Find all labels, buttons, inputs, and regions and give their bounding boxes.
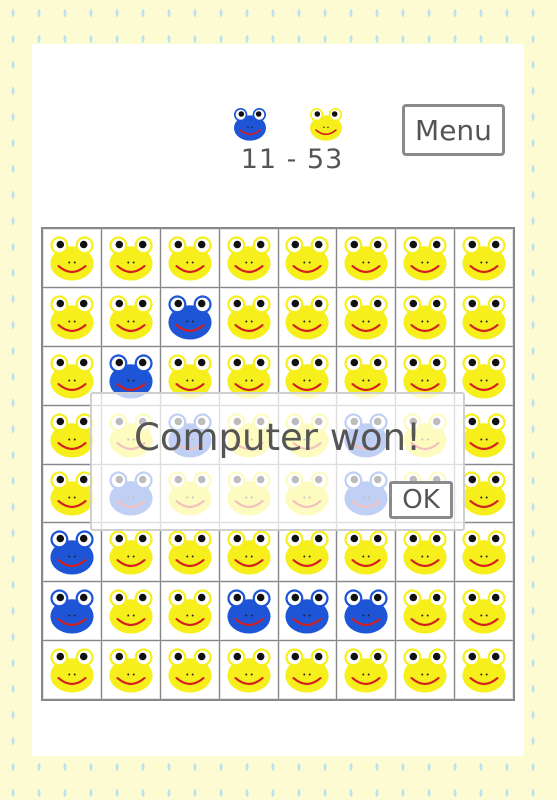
board-cell[interactable] [337, 641, 396, 699]
board-cell[interactable] [337, 523, 396, 582]
yellow-frog-icon [339, 290, 393, 344]
blue-frog-icon [163, 290, 217, 344]
board-cell[interactable] [219, 523, 278, 582]
yellow-frog-icon [45, 290, 99, 344]
board-cell[interactable] [337, 229, 396, 287]
yellow-frog-icon [222, 290, 276, 344]
board-cell[interactable] [278, 582, 337, 641]
board-cell[interactable] [455, 287, 513, 346]
blue-frog-icon [280, 584, 334, 638]
yellow-frog-icon [398, 643, 452, 697]
board-cell[interactable] [101, 287, 160, 346]
blue-frog-icon [45, 584, 99, 638]
result-message: Computer won! [134, 416, 421, 459]
yellow-frog-icon [457, 643, 511, 697]
yellow-frog-icon [398, 584, 452, 638]
board-cell[interactable] [43, 641, 101, 699]
yellow-frog-icon [163, 584, 217, 638]
blue-frog-icon [339, 584, 393, 638]
blue-frog-icon [222, 584, 276, 638]
board-cell[interactable] [278, 287, 337, 346]
board-cell[interactable] [396, 641, 455, 699]
menu-button[interactable]: Menu [402, 104, 505, 156]
board-cell[interactable] [219, 582, 278, 641]
board-cell[interactable] [455, 229, 513, 287]
yellow-frog-icon [280, 643, 334, 697]
board-cell[interactable] [160, 287, 219, 346]
board-cell[interactable] [160, 582, 219, 641]
yellow-frog-icon [339, 525, 393, 579]
yellow-frog-icon [398, 231, 452, 285]
yellow-frog-icon [339, 643, 393, 697]
yellow-frog-icon [306, 104, 346, 144]
game-over-dialog: Computer won! OK [90, 392, 465, 531]
board-cell[interactable] [101, 523, 160, 582]
yellow-frog-icon [457, 584, 511, 638]
board-cell[interactable] [396, 287, 455, 346]
board-cell[interactable] [337, 582, 396, 641]
yellow-frog-icon [457, 349, 511, 403]
blue-frog-icon [45, 525, 99, 579]
yellow-frog-icon [104, 584, 158, 638]
board-cell[interactable] [219, 641, 278, 699]
yellow-frog-icon [222, 525, 276, 579]
board-cell[interactable] [101, 582, 160, 641]
yellow-frog-icon [457, 231, 511, 285]
yellow-frog-icon [104, 643, 158, 697]
yellow-frog-icon [45, 231, 99, 285]
board-cell[interactable] [396, 582, 455, 641]
board-cell[interactable] [101, 641, 160, 699]
board-cell[interactable] [43, 523, 101, 582]
yellow-frog-icon [104, 525, 158, 579]
yellow-frog-icon [104, 290, 158, 344]
yellow-frog-icon [163, 525, 217, 579]
yellow-frog-icon [222, 643, 276, 697]
board-cell[interactable] [160, 523, 219, 582]
board-cell[interactable] [101, 229, 160, 287]
yellow-frog-icon [398, 525, 452, 579]
board-cell[interactable] [278, 523, 337, 582]
board-cell[interactable] [278, 641, 337, 699]
yellow-frog-icon [457, 408, 511, 462]
scoreboard: 11 - 53 [222, 104, 362, 184]
blue-frog-icon [230, 104, 270, 144]
yellow-frog-icon [339, 231, 393, 285]
yellow-frog-icon [45, 643, 99, 697]
score-text: 11 - 53 [240, 144, 344, 175]
yellow-frog-icon [163, 643, 217, 697]
board-cell[interactable] [455, 641, 513, 699]
board-cell[interactable] [43, 229, 101, 287]
board-cell[interactable] [337, 287, 396, 346]
board-cell[interactable] [278, 229, 337, 287]
board-cell[interactable] [160, 641, 219, 699]
board-cell[interactable] [43, 287, 101, 346]
board-cell[interactable] [396, 523, 455, 582]
board-cell[interactable] [455, 523, 513, 582]
yellow-frog-icon [280, 290, 334, 344]
yellow-frog-icon [457, 525, 511, 579]
yellow-frog-icon [398, 290, 452, 344]
board-cell[interactable] [219, 229, 278, 287]
board-cell[interactable] [43, 582, 101, 641]
yellow-frog-icon [222, 231, 276, 285]
yellow-frog-icon [104, 231, 158, 285]
board-cell[interactable] [219, 287, 278, 346]
yellow-frog-icon [457, 290, 511, 344]
yellow-frog-icon [457, 466, 511, 520]
yellow-frog-icon [163, 231, 217, 285]
ok-button[interactable]: OK [389, 481, 453, 519]
board-cell[interactable] [160, 229, 219, 287]
board-cell[interactable] [455, 582, 513, 641]
yellow-frog-icon [280, 525, 334, 579]
board-cell[interactable] [396, 229, 455, 287]
yellow-frog-icon [280, 231, 334, 285]
